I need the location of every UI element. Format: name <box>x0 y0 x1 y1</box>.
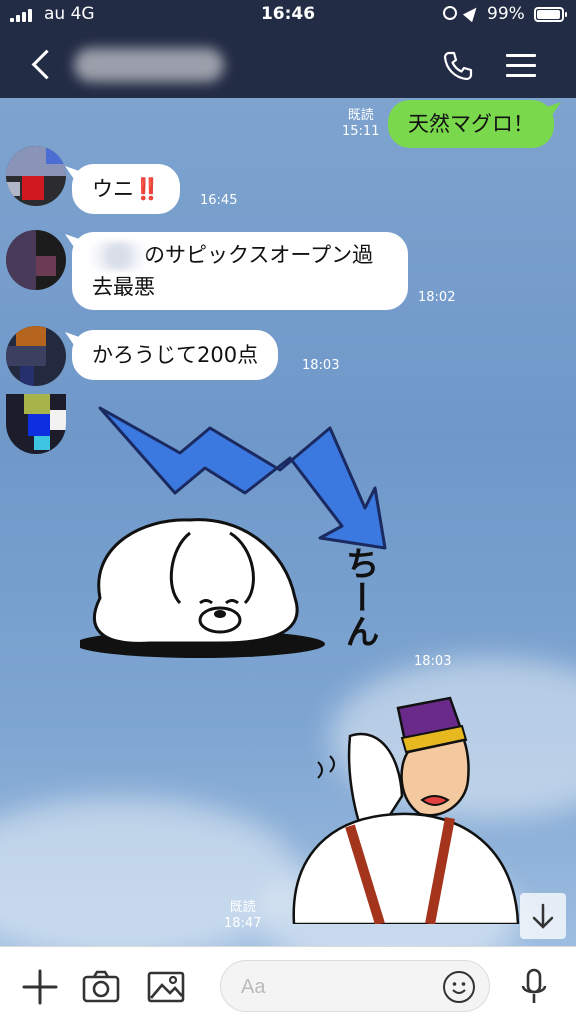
double-exclamation-emoji: ‼️ <box>134 177 161 201</box>
message-time: 16:45 <box>200 193 238 208</box>
message-meta: 既読 15:11 <box>342 108 379 140</box>
avatar[interactable] <box>6 394 66 454</box>
avatar[interactable] <box>6 146 66 206</box>
contact-name-blurred <box>74 48 224 82</box>
message-input[interactable] <box>241 973 441 1001</box>
hamburger-menu-icon[interactable] <box>506 52 536 80</box>
arrow-down-icon <box>532 903 554 929</box>
battery-percent: 99% <box>487 4 525 24</box>
sticker-caption: ちーん <box>339 546 379 648</box>
incoming-message[interactable]: かろうじて200点 <box>72 330 279 380</box>
read-receipt: 既読 <box>347 108 374 123</box>
message-time: 18:47 <box>224 916 262 931</box>
input-bar <box>0 946 576 1024</box>
status-bar: au 4G 16:46 99% <box>0 0 576 30</box>
plus-icon[interactable] <box>20 967 60 1007</box>
message-time: 15:11 <box>342 124 380 139</box>
message-text: ウニ <box>92 177 134 201</box>
avatar[interactable] <box>6 326 66 386</box>
message-text: 天然マグロ！ <box>408 112 534 136</box>
image-icon[interactable] <box>146 967 186 1007</box>
message-text: かろうじて200点 <box>92 343 259 367</box>
phone-icon[interactable] <box>440 48 476 84</box>
scroll-to-bottom-button[interactable] <box>520 893 566 939</box>
message-input-container[interactable] <box>220 960 490 1012</box>
back-button[interactable] <box>26 46 56 84</box>
outgoing-message[interactable]: 天然マグロ！ <box>388 100 554 148</box>
alarm-icon <box>443 6 457 20</box>
incoming-message[interactable]: のサピックスオープン過 去最悪 <box>72 232 408 310</box>
sticker-worried-man[interactable] <box>290 696 520 924</box>
microphone-icon[interactable] <box>514 967 554 1007</box>
message-text: のサピックスオープン過 <box>144 243 374 267</box>
battery-icon <box>534 7 567 22</box>
avatar[interactable] <box>6 230 66 290</box>
top-bar: au 4G 16:46 99% <box>0 0 576 98</box>
blurred-name <box>92 241 144 271</box>
message-time: 18:03 <box>414 654 452 669</box>
camera-icon[interactable] <box>81 967 121 1007</box>
message-text: 去最悪 <box>92 275 155 299</box>
emoji-icon[interactable] <box>443 971 475 1003</box>
incoming-message[interactable]: ウニ‼️ <box>72 164 181 214</box>
read-receipt: 既読 <box>229 900 256 915</box>
message-time: 18:03 <box>302 358 340 373</box>
message-time: 18:02 <box>418 290 456 305</box>
message-meta: 既読 18:47 <box>224 900 261 932</box>
chat-area[interactable]: 既読 15:11 天然マグロ！ ウニ‼️ 16:45 のサピックスオープン過 去… <box>0 98 576 946</box>
